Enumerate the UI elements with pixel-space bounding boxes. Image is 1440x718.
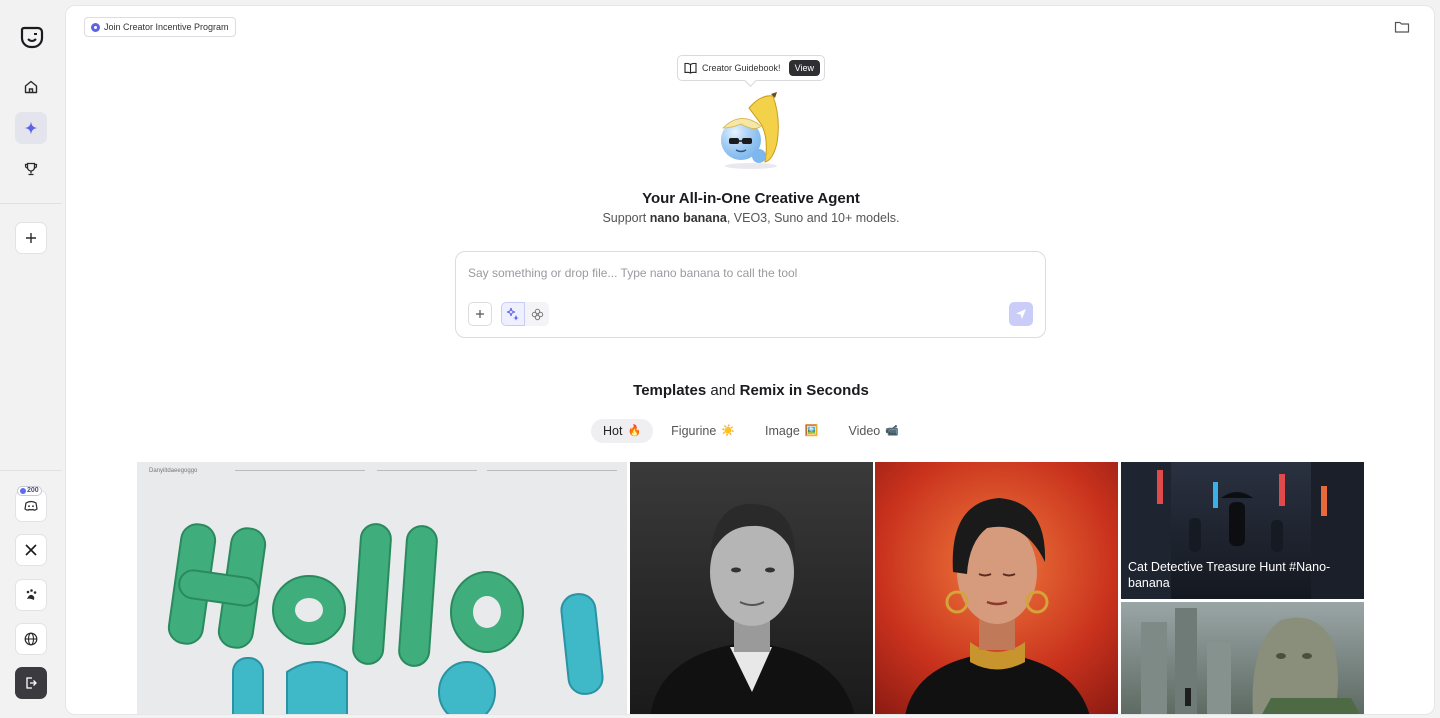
flower-icon xyxy=(531,308,543,320)
globe-icon xyxy=(24,632,38,646)
portrait-image xyxy=(650,503,855,714)
portrait-image xyxy=(905,498,1090,714)
home-icon xyxy=(24,80,38,94)
send-button[interactable] xyxy=(1009,302,1033,326)
community-button[interactable] xyxy=(15,579,47,611)
tab-image[interactable]: Image 🖼️ xyxy=(753,419,830,443)
hero-title: Your All-in-One Creative Agent xyxy=(642,190,860,207)
templates-heading-and: and xyxy=(706,382,740,399)
picture-icon: 🖼️ xyxy=(804,424,819,437)
hero-subtitle-suffix: , VEO3, Suno and 10+ models. xyxy=(726,211,900,225)
tab-video[interactable]: Video 📹 xyxy=(836,419,910,443)
main-panel: Join Creator Incentive Program Creator G… xyxy=(65,5,1435,715)
template-card-cat-detective[interactable]: Cat Detective Treasure Hunt #Nano-banana xyxy=(1121,462,1364,599)
hero-subtitle: Support nano banana, VEO3, Suno and 10+ … xyxy=(66,211,1434,225)
book-icon xyxy=(684,62,697,74)
video-camera-icon: 📹 xyxy=(885,424,899,437)
trophy-button[interactable] xyxy=(15,153,47,185)
sidebar-divider xyxy=(0,470,62,471)
fire-icon: 🔥 xyxy=(627,424,642,437)
creator-guidebook-tooltip: Creator Guidebook! View xyxy=(677,55,825,81)
ruins-statue-image xyxy=(1141,608,1360,714)
logout-button[interactable] xyxy=(15,667,47,699)
decor-line xyxy=(235,470,365,471)
tab-label: Figurine xyxy=(671,424,717,438)
templates-heading-part2: Remix in Seconds xyxy=(739,382,869,399)
glass-letters-artwork xyxy=(167,523,604,714)
prompt-input[interactable] xyxy=(468,264,1008,282)
discord-icon xyxy=(24,500,38,511)
credits-count: 200 xyxy=(27,487,39,494)
app-logo[interactable] xyxy=(19,24,45,50)
trophy-icon xyxy=(24,162,38,176)
templates-heading: Templates and Remix in Seconds xyxy=(66,382,1434,399)
x-twitter-button[interactable] xyxy=(15,534,47,566)
decor-line xyxy=(487,470,617,471)
folder-icon[interactable] xyxy=(1394,19,1410,35)
create-button[interactable] xyxy=(15,112,47,144)
banana-mascot-image xyxy=(721,92,779,169)
hero-subtitle-highlight: nano banana xyxy=(649,211,727,225)
home-button[interactable] xyxy=(15,71,47,103)
template-card-title: Cat Detective Treasure Hunt #Nano-banana xyxy=(1128,560,1331,590)
tab-label: Video xyxy=(848,424,881,438)
attach-button[interactable] xyxy=(468,302,492,326)
tab-hot[interactable]: Hot 🔥 xyxy=(591,419,654,443)
template-tabs: Hot 🔥 Figurine ☀️ Image 🖼️ Video 📹 xyxy=(591,419,911,443)
decor-line xyxy=(377,470,477,471)
template-card-stone-statue[interactable] xyxy=(1121,602,1364,714)
sidebar-divider xyxy=(0,203,62,204)
prompt-composer xyxy=(455,251,1046,338)
plus-icon xyxy=(476,310,484,318)
hero-subtitle-prefix: Support xyxy=(602,211,650,225)
guidebook-view-button[interactable]: View xyxy=(788,60,820,76)
coin-icon xyxy=(20,488,26,494)
sun-icon: ☀️ xyxy=(721,424,736,437)
join-creator-program-button[interactable]: Join Creator Incentive Program xyxy=(84,17,236,37)
templates-heading-part1: Templates xyxy=(633,382,707,399)
template-card-caption-small: Danyiitdaeegoggo xyxy=(149,468,198,474)
tab-label: Hot xyxy=(603,424,623,438)
agent-sparkle-icon xyxy=(506,307,519,321)
plus-icon xyxy=(26,233,36,243)
template-card-hello[interactable]: Danyiitdaeegoggo xyxy=(137,462,627,714)
credits-badge: 200 xyxy=(17,486,42,496)
template-card-portrait-red[interactable] xyxy=(875,462,1118,714)
join-creator-program-label: Join Creator Incentive Program xyxy=(104,22,229,32)
program-icon xyxy=(91,22,100,32)
model-select-toggle[interactable] xyxy=(525,302,549,326)
guidebook-label: Creator Guidebook! xyxy=(702,63,781,73)
logout-icon xyxy=(26,677,37,689)
paw-icon xyxy=(26,589,37,600)
agent-mode-toggle[interactable] xyxy=(501,302,525,326)
sidebar: 200 xyxy=(0,0,64,718)
x-icon xyxy=(25,544,37,556)
tab-label: Image xyxy=(765,424,800,438)
send-icon xyxy=(1016,309,1026,319)
template-card-portrait-bw[interactable] xyxy=(630,462,873,714)
sparkle-icon xyxy=(24,121,38,135)
language-button[interactable] xyxy=(15,623,47,655)
new-project-button[interactable] xyxy=(15,222,47,254)
tab-figurine[interactable]: Figurine ☀️ xyxy=(659,419,747,443)
